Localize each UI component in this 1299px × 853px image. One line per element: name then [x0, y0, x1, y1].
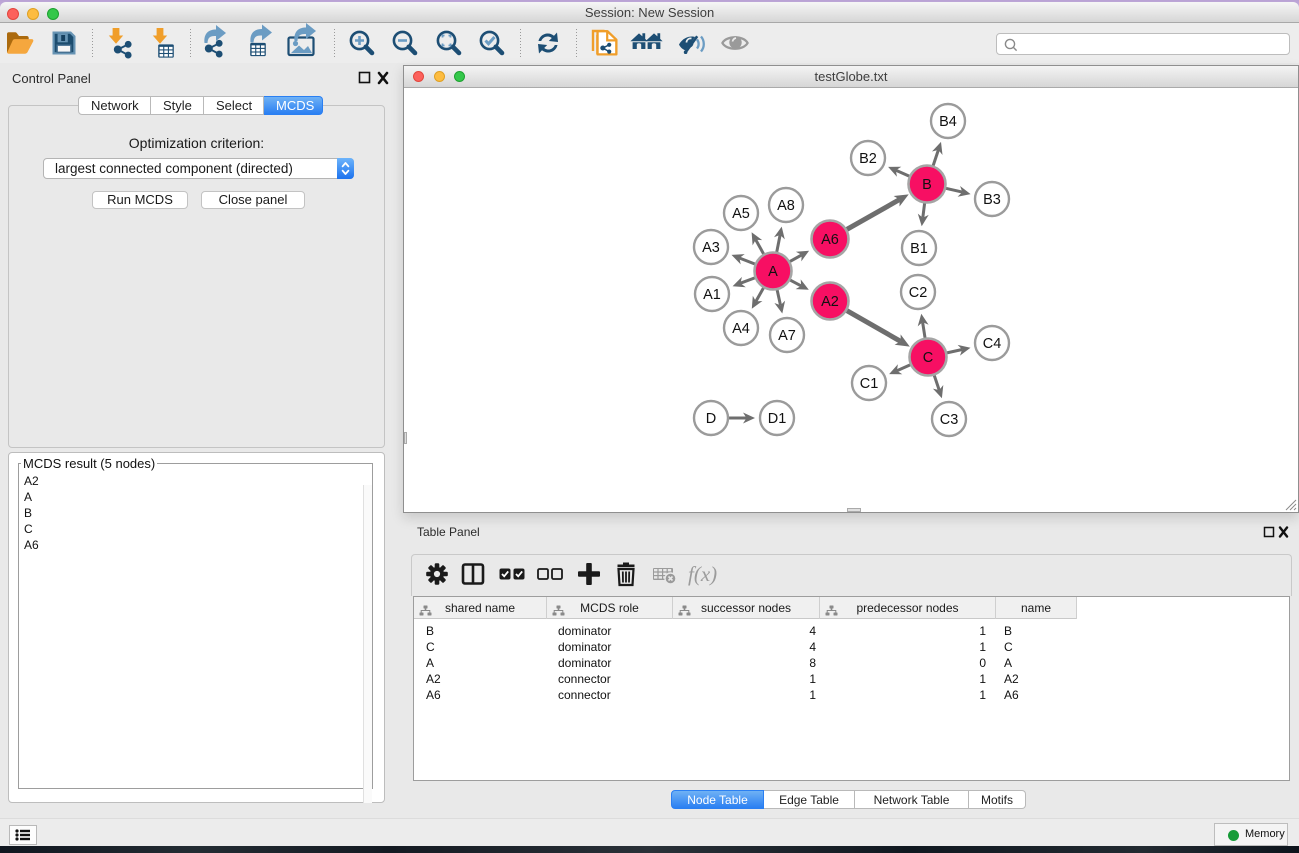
svg-text:A5: A5: [732, 206, 750, 222]
svg-text:A4: A4: [732, 321, 750, 337]
svg-text:A3: A3: [702, 240, 720, 256]
svg-text:B3: B3: [983, 192, 1001, 208]
svg-text:B4: B4: [939, 114, 957, 130]
svg-text:C4: C4: [983, 336, 1002, 352]
svg-text:B1: B1: [910, 241, 928, 257]
svg-text:f(x): f(x): [688, 562, 717, 586]
svg-text:D: D: [706, 411, 716, 427]
svg-text:B2: B2: [859, 151, 877, 167]
svg-text:A1: A1: [703, 287, 721, 303]
svg-text:A: A: [768, 264, 778, 280]
svg-text:D1: D1: [768, 411, 787, 427]
svg-text:C: C: [923, 350, 933, 366]
svg-text:B: B: [922, 177, 932, 193]
svg-text:A7: A7: [778, 328, 796, 344]
svg-text:C2: C2: [909, 285, 928, 301]
svg-text:A2: A2: [821, 294, 839, 310]
svg-text:C1: C1: [860, 376, 879, 392]
svg-text:C3: C3: [940, 412, 959, 428]
svg-text:A8: A8: [777, 198, 795, 214]
svg-text:A6: A6: [821, 232, 839, 248]
